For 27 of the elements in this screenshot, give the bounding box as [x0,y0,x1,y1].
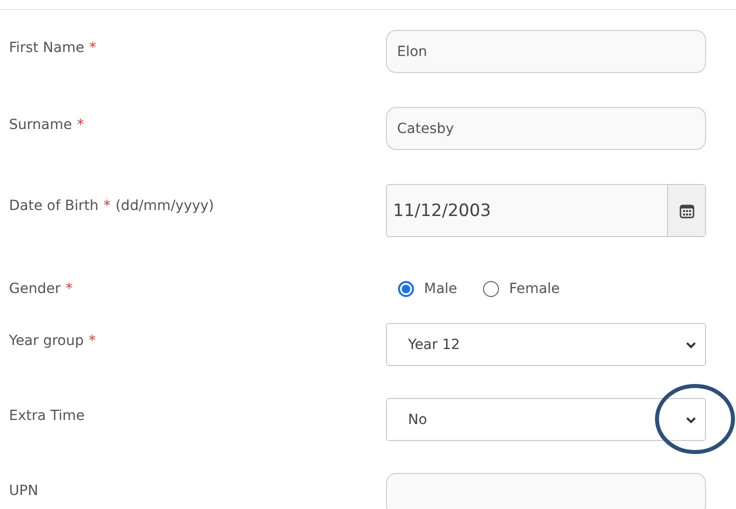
format-hint: (dd/mm/yyyy) [115,197,214,216]
radio-label[interactable]: Male [424,281,458,297]
text-field[interactable] [386,473,706,509]
radio-button[interactable] [483,281,500,297]
field-label: Surname [9,116,72,135]
radio-label[interactable]: Female [509,281,560,297]
dropdown-select[interactable]: Year 12 [386,323,706,366]
field-label: Gender [9,280,61,299]
radio-button[interactable] [398,281,414,297]
caret-icon [685,416,697,424]
dropdown-select[interactable]: No [386,398,706,441]
field-label: UPN [9,482,38,501]
calendar-icon [678,202,694,218]
required-asterisk: * [103,197,110,216]
text-field[interactable]: Elon [386,30,706,73]
calendar-button[interactable] [667,185,705,236]
caret-icon [685,340,697,348]
required-asterisk: * [89,39,96,58]
required-asterisk: * [88,332,96,351]
required-asterisk: * [76,116,84,135]
date-field[interactable]: 11/12/2003 [386,184,706,237]
field-label: Year group [9,332,84,351]
required-asterisk: * [66,280,73,299]
field-label: Date of Birth [9,197,98,216]
text-field[interactable]: Catesby [386,107,706,150]
field-label: First Name [9,39,84,58]
field-label: Extra Time [9,407,85,426]
